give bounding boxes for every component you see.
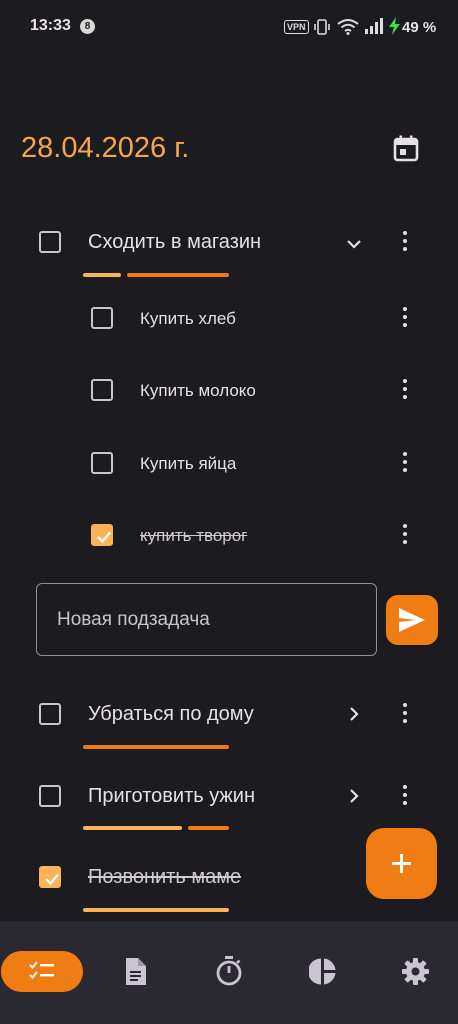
signal-icon bbox=[365, 18, 383, 34]
category-bar bbox=[188, 826, 229, 830]
check-icon bbox=[97, 531, 111, 544]
calendar-icon[interactable] bbox=[392, 134, 420, 162]
check-icon bbox=[45, 873, 59, 886]
subtask-title[interactable]: Купить хлеб bbox=[140, 309, 236, 329]
more-vert-icon[interactable] bbox=[402, 452, 408, 476]
subtask-checkbox[interactable] bbox=[91, 307, 113, 329]
settings-icon[interactable] bbox=[402, 958, 429, 985]
subtask-title[interactable]: Купить яйца bbox=[140, 454, 236, 474]
send-icon bbox=[399, 608, 425, 632]
status-bar: 13:33 8 VPN 49 % bbox=[0, 0, 458, 56]
timer-icon[interactable] bbox=[216, 956, 242, 986]
subtask-title[interactable]: Купить молоко bbox=[140, 381, 256, 401]
more-vert-icon[interactable] bbox=[402, 307, 408, 331]
chevron-right-icon[interactable] bbox=[344, 786, 364, 806]
add-task-button[interactable] bbox=[366, 828, 437, 899]
subtask-checkbox-checked[interactable] bbox=[91, 524, 113, 546]
battery-percent: 49 % bbox=[402, 19, 437, 36]
chevron-right-icon[interactable] bbox=[344, 704, 364, 724]
send-subtask-button[interactable] bbox=[386, 595, 438, 645]
tasks-icon bbox=[29, 961, 54, 979]
charging-icon bbox=[389, 17, 400, 35]
priority-bar bbox=[83, 908, 229, 912]
chevron-down-icon[interactable] bbox=[344, 234, 364, 254]
priority-bar bbox=[83, 826, 182, 830]
task-checkbox-checked[interactable] bbox=[39, 866, 61, 888]
task-title[interactable]: Приготовить ужин bbox=[88, 785, 255, 808]
more-vert-icon[interactable] bbox=[402, 703, 408, 727]
subtask-checkbox[interactable] bbox=[91, 379, 113, 401]
task-title[interactable]: Сходить в магазин bbox=[88, 231, 261, 254]
task-title[interactable]: Убраться по дому bbox=[88, 703, 254, 726]
task-checkbox[interactable] bbox=[39, 231, 61, 253]
subtask-checkbox[interactable] bbox=[91, 452, 113, 474]
notes-icon[interactable] bbox=[124, 958, 146, 985]
more-vert-icon[interactable] bbox=[402, 524, 408, 548]
vibrate-icon bbox=[314, 19, 330, 35]
nav-tasks-button[interactable] bbox=[1, 951, 83, 992]
notification-count-badge: 8 bbox=[80, 19, 95, 34]
more-vert-icon[interactable] bbox=[402, 379, 408, 403]
task-checkbox[interactable] bbox=[39, 703, 61, 725]
task-title[interactable]: Позвонить маме bbox=[88, 866, 241, 889]
plus-icon bbox=[392, 854, 411, 873]
more-vert-icon[interactable] bbox=[402, 231, 408, 255]
new-subtask-input[interactable] bbox=[37, 584, 376, 655]
vpn-icon: VPN bbox=[284, 20, 309, 34]
category-bar bbox=[83, 745, 229, 749]
wifi-icon bbox=[337, 19, 359, 35]
stats-icon[interactable] bbox=[309, 958, 336, 985]
page-title-date: 28.04.2026 г. bbox=[21, 132, 190, 164]
more-vert-icon[interactable] bbox=[402, 785, 408, 809]
new-subtask-field[interactable] bbox=[36, 583, 377, 656]
priority-bar bbox=[83, 273, 121, 277]
status-time: 13:33 bbox=[30, 17, 71, 34]
subtask-title[interactable]: купить творог bbox=[140, 526, 247, 546]
category-bar bbox=[127, 273, 229, 277]
task-checkbox[interactable] bbox=[39, 785, 61, 807]
